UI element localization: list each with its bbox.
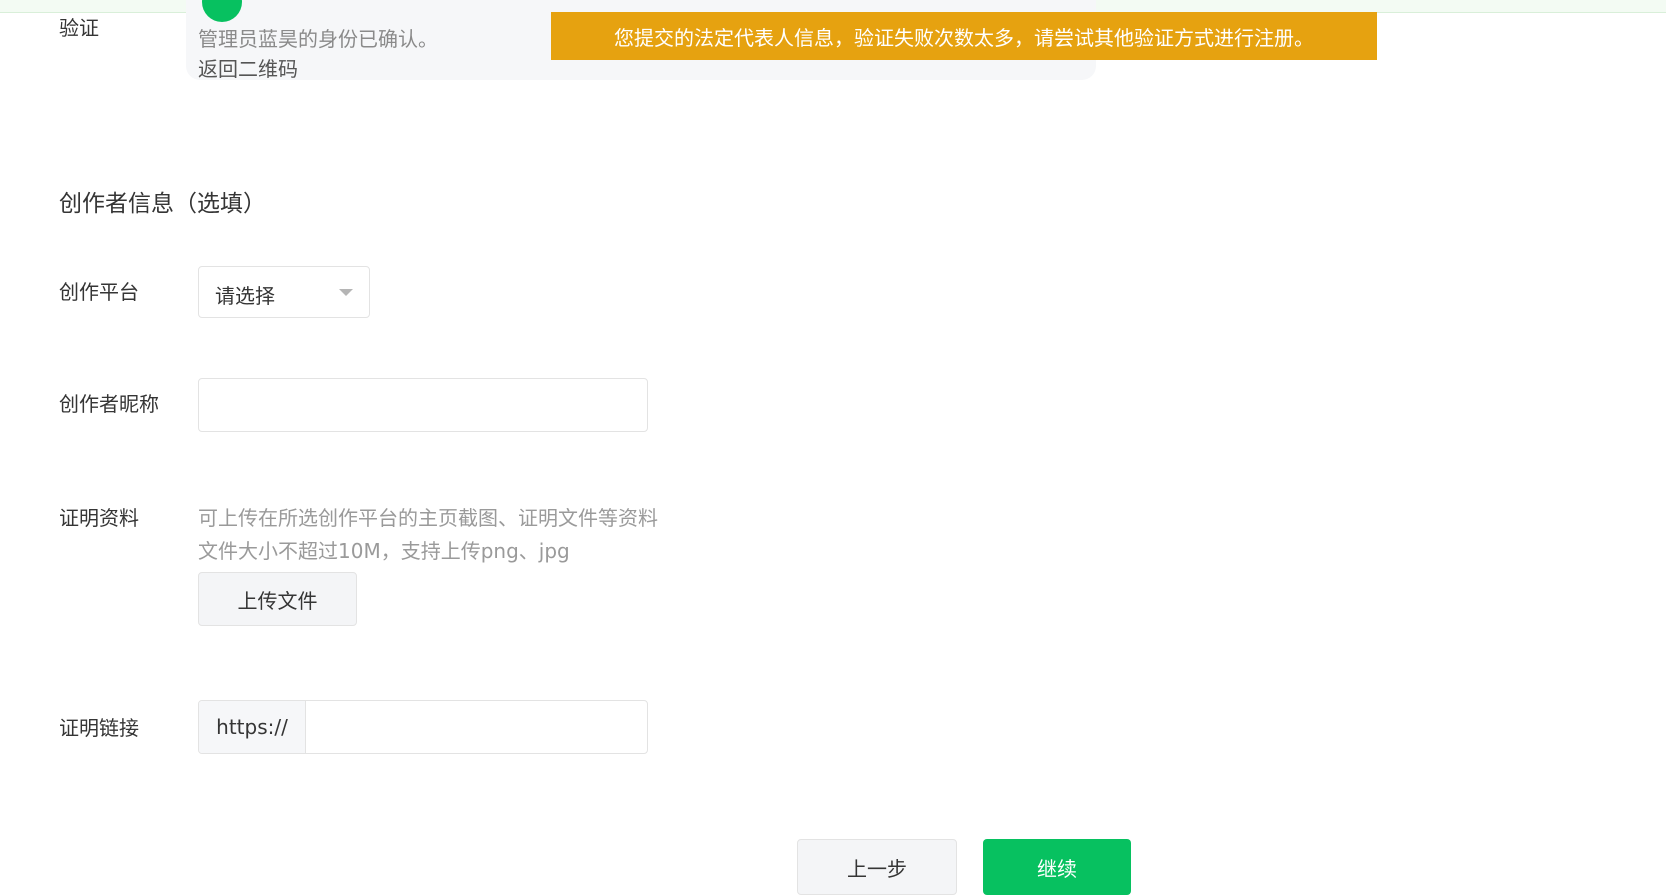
proof-material-hint-line1: 可上传在所选创作平台的主页截图、证明文件等资料 [198,506,658,530]
proof-link-label: 证明链接 [59,716,139,740]
section-title: 创作者信息（选填） [59,191,266,217]
proof-link-input[interactable] [306,701,647,753]
caret-down-icon [339,289,353,296]
verification-label: 验证 [59,16,99,40]
error-toast: 您提交的法定代表人信息，验证失败次数太多，请尝试其他验证方式进行注册。 [551,12,1377,60]
nickname-label: 创作者昵称 [59,392,159,416]
nickname-input[interactable] [198,378,648,432]
previous-step-button[interactable]: 上一步 [797,839,957,895]
platform-label: 创作平台 [59,280,139,304]
error-toast-message: 您提交的法定代表人信息，验证失败次数太多，请尝试其他验证方式进行注册。 [614,25,1314,50]
upload-file-button[interactable]: 上传文件 [198,572,357,626]
proof-link-field: https:// [198,700,648,754]
verification-status-text: 管理员蓝昊的身份已确认。 [198,27,438,51]
back-to-qrcode-link[interactable]: 返回二维码 [198,53,298,82]
proof-material-hint-line2: 文件大小不超过10M，支持上传png、jpg [198,539,570,563]
proof-material-label: 证明资料 [59,506,139,530]
platform-select-value: 请选择 [215,284,275,308]
url-prefix-addon: https:// [199,701,306,753]
platform-select[interactable]: 请选择 [198,266,370,318]
continue-button[interactable]: 继续 [983,839,1131,895]
